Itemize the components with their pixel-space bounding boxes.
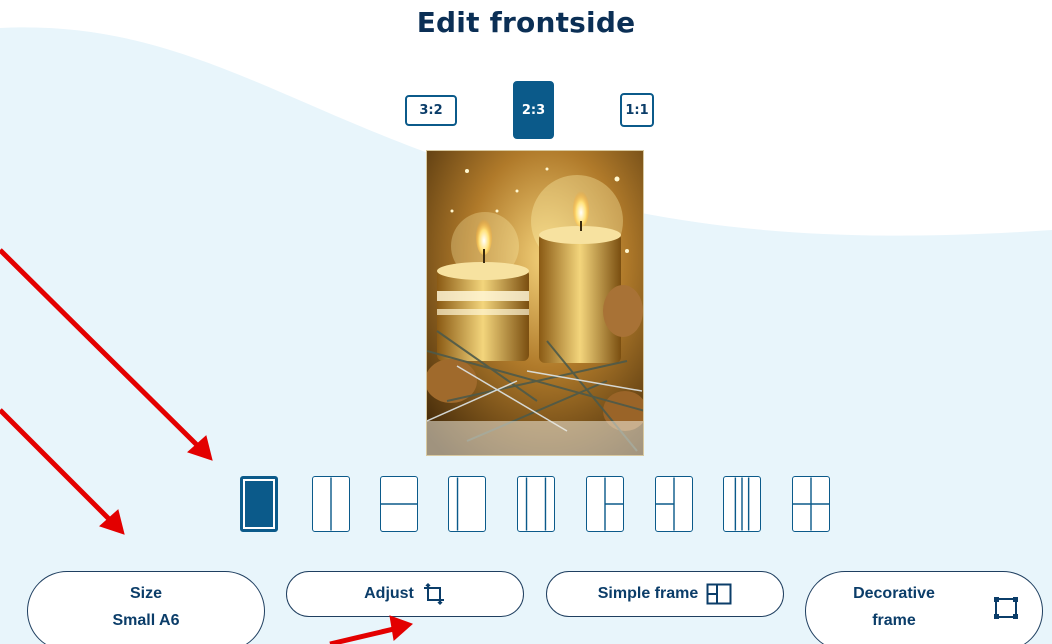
layout-two-vertical[interactable] [312, 476, 350, 532]
card-photo-preview[interactable] [426, 150, 644, 456]
layout-four-grid[interactable] [792, 476, 830, 532]
layout-two-horizontal-icon [381, 503, 417, 505]
candles-photo [427, 151, 643, 455]
ratio-3-2-button[interactable]: 3:2 [405, 95, 457, 126]
layout-two-vertical-equal-icon [525, 477, 547, 531]
layout-two-horizontal[interactable] [380, 476, 418, 532]
page-title: Edit frontside [416, 6, 636, 39]
layout-single[interactable] [240, 476, 278, 532]
size-label: Size [129, 585, 162, 602]
layout-right-full-left-split[interactable] [655, 476, 693, 532]
layout-left-full-right-split-icon [604, 477, 623, 531]
decorative-frame-label-line1: Decorative [853, 585, 935, 602]
decorative-frame-icon [994, 597, 1018, 619]
layout-left-narrow-icon [456, 477, 459, 531]
layout-four-grid-icon [793, 477, 829, 531]
layout-three-vertical[interactable] [723, 476, 761, 532]
layout-two-vertical-icon [330, 477, 332, 531]
simple-frame-button[interactable]: Simple frame [546, 571, 784, 617]
decorative-frame-button[interactable]: Decorative frame [805, 571, 1043, 644]
ratio-1-1-button[interactable]: 1:1 [620, 93, 654, 127]
size-value: Small A6 [112, 612, 180, 629]
simple-frame-label: Simple frame [597, 585, 699, 602]
size-button[interactable]: Size Small A6 [27, 571, 265, 644]
crop-icon [423, 582, 444, 606]
adjust-label: Adjust [364, 585, 414, 602]
frame-layout-icon [706, 583, 732, 605]
layout-right-full-left-split-icon [656, 477, 675, 531]
layout-three-vertical-icon [734, 477, 750, 531]
decorative-frame-label-line2: frame [872, 612, 916, 629]
layout-left-full-right-split[interactable] [586, 476, 624, 532]
layout-two-vertical-equal[interactable] [517, 476, 555, 532]
ratio-2-3-button[interactable]: 2:3 [513, 81, 554, 139]
layout-left-narrow[interactable] [448, 476, 486, 532]
adjust-button[interactable]: Adjust [286, 571, 524, 617]
